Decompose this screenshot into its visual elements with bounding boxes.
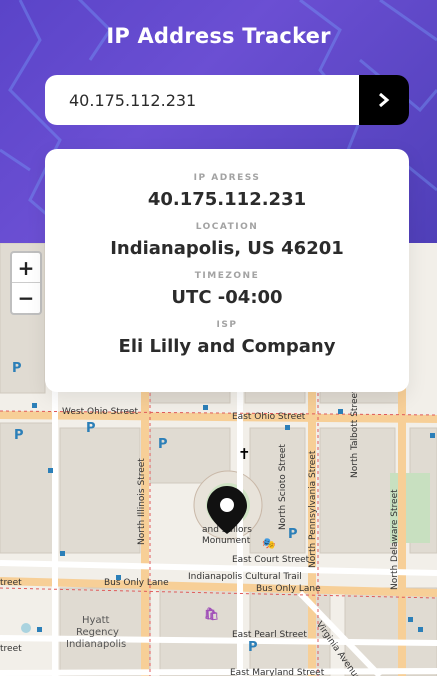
parking-icon: P (288, 527, 298, 542)
location-pin-icon (207, 486, 247, 534)
theatre-icon: 🎭 (262, 537, 276, 550)
place-label: Hyatt (82, 615, 110, 626)
parking-icon: P (12, 361, 22, 376)
street-label: North Pennsylvania Street (308, 450, 318, 568)
ip-info-card: IP ADRESS 40.175.112.231 LOCATION Indian… (45, 149, 409, 392)
zoom-in-button[interactable]: + (12, 253, 40, 283)
street-label: North Scioto Street (278, 444, 288, 530)
place-label: Regency (76, 627, 119, 638)
street-label: North Talbott Street (350, 389, 360, 478)
timezone-label: TIMEZONE (194, 271, 260, 281)
street-label: East Pearl Street (232, 630, 307, 640)
location-label: LOCATION (195, 222, 259, 232)
search-submit-button[interactable] (359, 75, 409, 125)
parking-icon: P (158, 437, 168, 452)
isp-value: Eli Lilly and Company (118, 336, 336, 357)
page-title: IP Address Tracker (106, 24, 331, 48)
ip-search-input[interactable] (45, 75, 359, 125)
location-value: Indianapolis, US 46201 (110, 238, 344, 259)
ip-search-form (45, 75, 409, 125)
parking-icon: P (14, 428, 24, 443)
street-label: treet (0, 644, 22, 654)
place-label: Indianapolis (66, 639, 127, 650)
street-label: West Ohio Street (62, 407, 138, 417)
chevron-right-icon (379, 93, 390, 107)
street-label: East Maryland Street (230, 668, 325, 676)
isp-label: ISP (216, 320, 238, 330)
parking-icon: P (248, 640, 258, 655)
street-label: Indianapolis Cultural Trail (188, 572, 302, 582)
church-icon: ✝ (238, 445, 251, 463)
street-label: treet (0, 578, 22, 588)
street-label: North Illinois Street (137, 458, 147, 545)
timezone-value: UTC -04:00 (171, 287, 283, 308)
street-label: North Delaware Street (390, 489, 400, 590)
street-label: Bus Only Lane (256, 584, 321, 594)
street-label: Bus Only Lane (104, 578, 169, 588)
zoom-control: + − (10, 251, 42, 315)
ip-address-label: IP ADRESS (193, 173, 261, 183)
shop-icon: 🛍 (204, 607, 220, 621)
ip-address-value: 40.175.112.231 (147, 189, 307, 210)
street-label: East Court Street (232, 555, 310, 565)
place-label: Monument (202, 536, 251, 546)
zoom-out-button[interactable]: − (12, 283, 40, 313)
parking-icon: P (86, 421, 96, 436)
street-label: East Ohio Street (232, 412, 306, 422)
